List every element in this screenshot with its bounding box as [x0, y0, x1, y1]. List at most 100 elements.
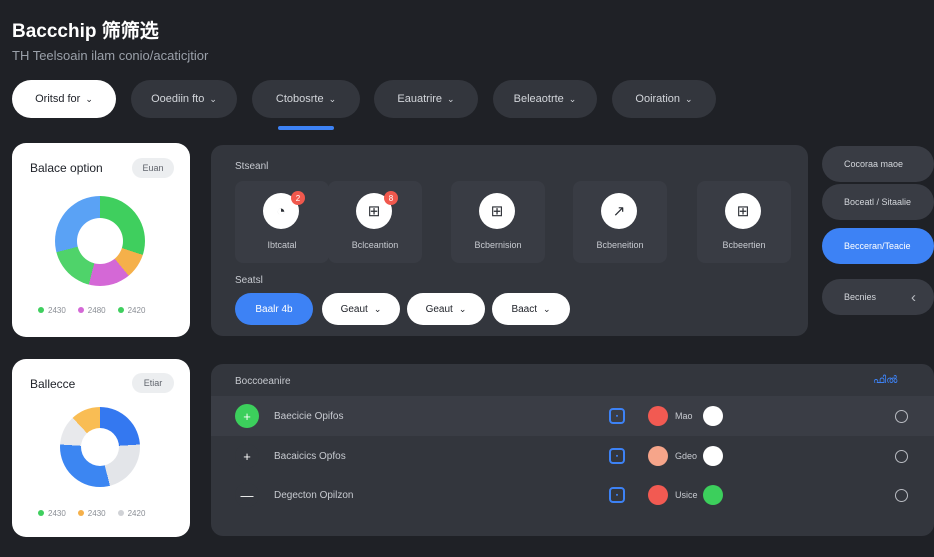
legend-dot: [117, 510, 124, 516]
legend-item: 2480: [77, 306, 106, 315]
filter-pill[interactable]: Eauatrire ⌄: [374, 80, 478, 118]
row-tag: Mao: [675, 411, 693, 421]
donut-hole: [81, 428, 119, 466]
tile-label: Ibtcatal: [267, 240, 297, 250]
calendar-icon[interactable]: ▪: [609, 408, 625, 424]
option-button[interactable]: Geaut ⌄: [407, 293, 485, 325]
legend-value: 2430: [48, 509, 66, 518]
chevron-down-icon: ⌄: [373, 303, 382, 314]
option-button[interactable]: Baact ⌄: [492, 293, 570, 325]
row-tag: Gdeo: [675, 451, 698, 461]
legend-value: 2430: [87, 509, 106, 518]
legend-item: 2420: [117, 306, 145, 315]
notification-badge: 8: [384, 191, 398, 205]
options-list-panel: Boccoeanire ഫിൽ + Baecicie Opifos ▪ Mao + Bac…: [211, 364, 934, 536]
filter-pill[interactable]: Ooediin fto ⌄: [131, 80, 237, 118]
calendar-icon[interactable]: ▪: [609, 487, 625, 503]
chevron-down-icon: ⌄: [447, 93, 455, 104]
chevron-down-icon: ⌄: [85, 93, 93, 104]
card-chip[interactable]: Euan: [132, 158, 174, 178]
action-button[interactable]: Becceran/Teacie: [822, 228, 934, 264]
radio-button[interactable]: [895, 449, 908, 463]
legend-item: 2420: [117, 509, 146, 518]
balance-chart-card-2: Ballecce Etiar 2430 2430 2420: [12, 359, 190, 537]
legend-value: 2420: [127, 509, 146, 518]
filter-label: Ooiration: [635, 93, 681, 105]
filter-pill[interactable]: Ooiration ⌄: [612, 80, 716, 118]
radio-button[interactable]: [895, 409, 908, 423]
toggle-dot[interactable]: [703, 406, 723, 426]
plus-icon[interactable]: +: [235, 404, 259, 428]
card-chip[interactable]: Etiar: [132, 373, 174, 393]
color-swatch[interactable]: [648, 446, 668, 466]
plus-icon[interactable]: +: [235, 444, 259, 468]
tile-icon: ⊞: [479, 193, 515, 229]
action-label: Becnies: [844, 292, 877, 302]
active-tab-indicator: [278, 126, 334, 130]
filter-pill[interactable]: Beleaotrte ⌄: [493, 80, 597, 118]
legend-value: 2480: [87, 306, 106, 315]
option-label: Baalr 4b: [255, 303, 293, 315]
option-label: Geaut: [340, 303, 368, 315]
legend-value: 2430: [48, 306, 66, 315]
list-row[interactable]: — Degecton Opilzon ▪ Usice: [211, 475, 934, 515]
donut-hole: [77, 218, 123, 264]
option-label: Baact: [511, 303, 538, 315]
selection-tile[interactable]: ⊞ Bcbernision: [451, 181, 545, 263]
selection-tile[interactable]: ◔ 2 Ibtcatal: [235, 181, 329, 263]
filter-label: Ooediin fto: [151, 93, 205, 105]
tile-label: Bcbeneition: [596, 240, 644, 250]
chevron-left-icon: ‹: [911, 288, 916, 306]
action-label: Boceatl / Sitaalie: [844, 197, 912, 207]
radio-button[interactable]: [895, 488, 908, 502]
card-title: Balace option: [30, 161, 103, 175]
row-label: Bacaicics Opfos: [274, 450, 346, 462]
minus-icon[interactable]: —: [235, 483, 259, 507]
panel-corner-label: ഫിൽ: [873, 375, 898, 386]
option-button[interactable]: Geaut ⌄: [322, 293, 400, 325]
filter-label: Oritsd for: [35, 93, 81, 105]
selection-tile[interactable]: ⊞ 8 Bclceantion: [328, 181, 422, 263]
tile-icon: ⊞: [725, 193, 761, 229]
selection-tile[interactable]: ⊞ Bcbeertien: [697, 181, 791, 263]
legend-dot: [77, 307, 84, 313]
tile-icon: ↗: [601, 193, 637, 229]
legend-item: 2430: [77, 509, 106, 518]
row-tag: Usice: [675, 490, 698, 500]
toggle-dot[interactable]: [703, 485, 723, 505]
action-label: Cocoraa maoe: [844, 159, 904, 169]
filter-pill[interactable]: Oritsd for ⌄: [12, 80, 116, 118]
option-label: Geaut: [425, 303, 453, 315]
legend-dot: [77, 510, 84, 516]
chart-legend: 2430 2480 2420: [38, 306, 145, 315]
legend-dot: [38, 307, 44, 313]
row-label: Degecton Opilzon: [274, 489, 354, 501]
card-title: Ballecce: [30, 377, 76, 391]
option-button[interactable]: Baalr 4b: [235, 293, 313, 325]
action-button[interactable]: Cocoraa maoe: [822, 146, 934, 182]
chart-legend: 2430 2430 2420: [38, 509, 145, 518]
chevron-down-icon: ⌄: [328, 93, 337, 104]
toggle-dot[interactable]: [703, 446, 723, 466]
selection-tile[interactable]: ↗ Bcbeneition: [573, 181, 667, 263]
donut-chart: [55, 196, 145, 286]
action-label: Becceran/Teacie: [844, 241, 911, 251]
legend-dot: [117, 307, 124, 313]
action-button[interactable]: Becnies ‹: [822, 279, 934, 315]
selection-panel: Stseanl ◔ 2 Ibtcatal ⊞ 8 Bclceantion ⊞ Bcbernis…: [211, 145, 808, 336]
filter-pill[interactable]: Ctobosrte ⌄: [252, 80, 360, 118]
color-swatch[interactable]: [648, 406, 668, 426]
color-swatch[interactable]: [648, 485, 668, 505]
filter-label: Beleaotrte: [513, 93, 564, 105]
list-row[interactable]: + Baecicie Opifos ▪ Mao: [211, 396, 934, 436]
list-row[interactable]: + Bacaicics Opfos ▪ Gdeo: [211, 436, 934, 476]
calendar-icon[interactable]: ▪: [609, 448, 625, 464]
tile-label: Bcbeertien: [722, 240, 766, 250]
chevron-down-icon: ⌄: [685, 93, 693, 104]
app-subtitle: TH Teelsoain ilam conio/acaticjtior: [12, 48, 209, 63]
row-label: Baecicie Opifos: [274, 410, 344, 422]
filter-label: Eauatrire: [397, 93, 443, 105]
chevron-down-icon: ⌄: [209, 93, 217, 104]
chevron-down-icon: ⌄: [568, 93, 577, 104]
action-button[interactable]: Boceatl / Sitaalie: [822, 184, 934, 220]
